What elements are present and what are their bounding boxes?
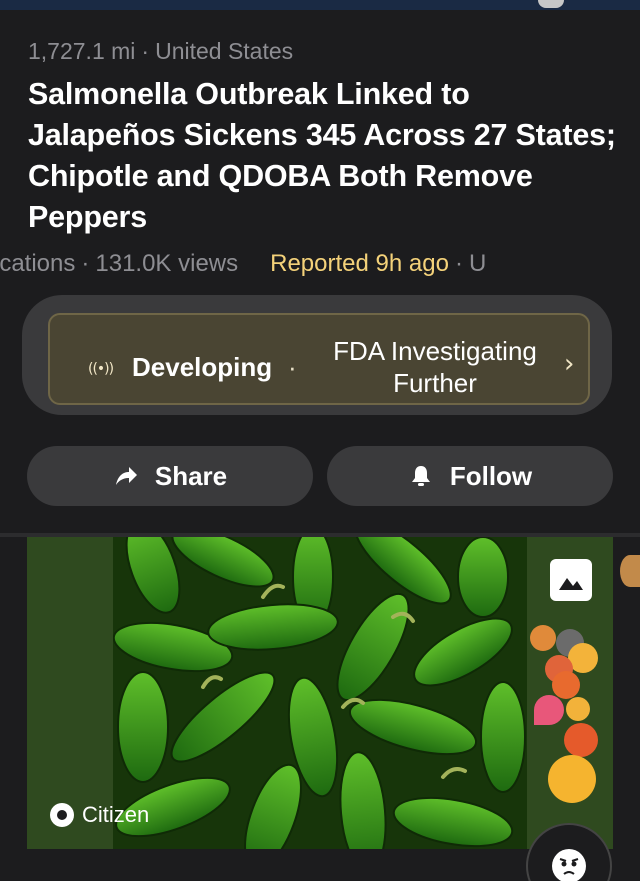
media-section: Citizen bbox=[0, 537, 640, 881]
jalapenos-image bbox=[113, 537, 527, 849]
stats-overflow: U bbox=[468, 250, 487, 277]
developing-separator: · bbox=[288, 352, 297, 382]
citizen-logo-icon bbox=[50, 803, 74, 827]
developing-pill[interactable]: ((•)) Developing · FDA Investigating Fur… bbox=[48, 313, 590, 405]
views-count: 131.0K views bbox=[95, 250, 239, 277]
incident-card: 1,727.1 mi · United States Salmonella Outb… bbox=[0, 10, 640, 533]
location-text: United States bbox=[155, 38, 294, 64]
location-meta: 1,727.1 mi · United States bbox=[28, 38, 293, 65]
surprised-reaction-icon bbox=[548, 755, 596, 803]
follow-button[interactable]: Follow bbox=[327, 446, 613, 506]
reaction-bubble-icon bbox=[566, 697, 590, 721]
partial-reaction-icon bbox=[620, 555, 640, 587]
angry-face-icon bbox=[552, 849, 586, 881]
jalapenos-photo[interactable] bbox=[113, 537, 527, 849]
angry-reaction-icon bbox=[552, 671, 580, 699]
meta-separator: · bbox=[141, 38, 150, 64]
notifications-count: ications bbox=[0, 250, 76, 277]
image-icon[interactable] bbox=[550, 559, 592, 601]
share-button[interactable]: Share bbox=[27, 446, 313, 506]
bell-icon bbox=[411, 466, 430, 486]
broadcast-icon: ((•)) bbox=[88, 361, 114, 377]
citizen-watermark: Citizen bbox=[50, 802, 149, 828]
citizen-brand-text: Citizen bbox=[82, 802, 150, 827]
partial-icon bbox=[538, 0, 564, 8]
developing-banner[interactable]: ((•)) Developing · FDA Investigating Fur… bbox=[22, 295, 612, 415]
top-edge-strip bbox=[0, 0, 640, 10]
reported-time: Reported 9h ago bbox=[270, 250, 449, 277]
share-arrow-icon bbox=[115, 467, 137, 485]
incident-headline: Salmonella Outbreak Linked to Jalapeños … bbox=[28, 77, 616, 234]
angry-reaction-icon bbox=[530, 625, 556, 651]
heart-reaction-icon bbox=[534, 695, 564, 725]
developing-label: Developing bbox=[132, 352, 273, 382]
share-label: Share bbox=[154, 460, 228, 491]
angry-reaction-icon bbox=[564, 723, 598, 757]
distance-text: 1,727.1 mi bbox=[28, 38, 136, 64]
developing-status: FDA Investigating Further bbox=[333, 336, 537, 398]
chevron-right-icon: › bbox=[564, 349, 575, 379]
follow-label: Follow bbox=[449, 460, 533, 491]
stats-row: ications · 131.0K views Reported 9h ago · U bbox=[0, 250, 640, 282]
